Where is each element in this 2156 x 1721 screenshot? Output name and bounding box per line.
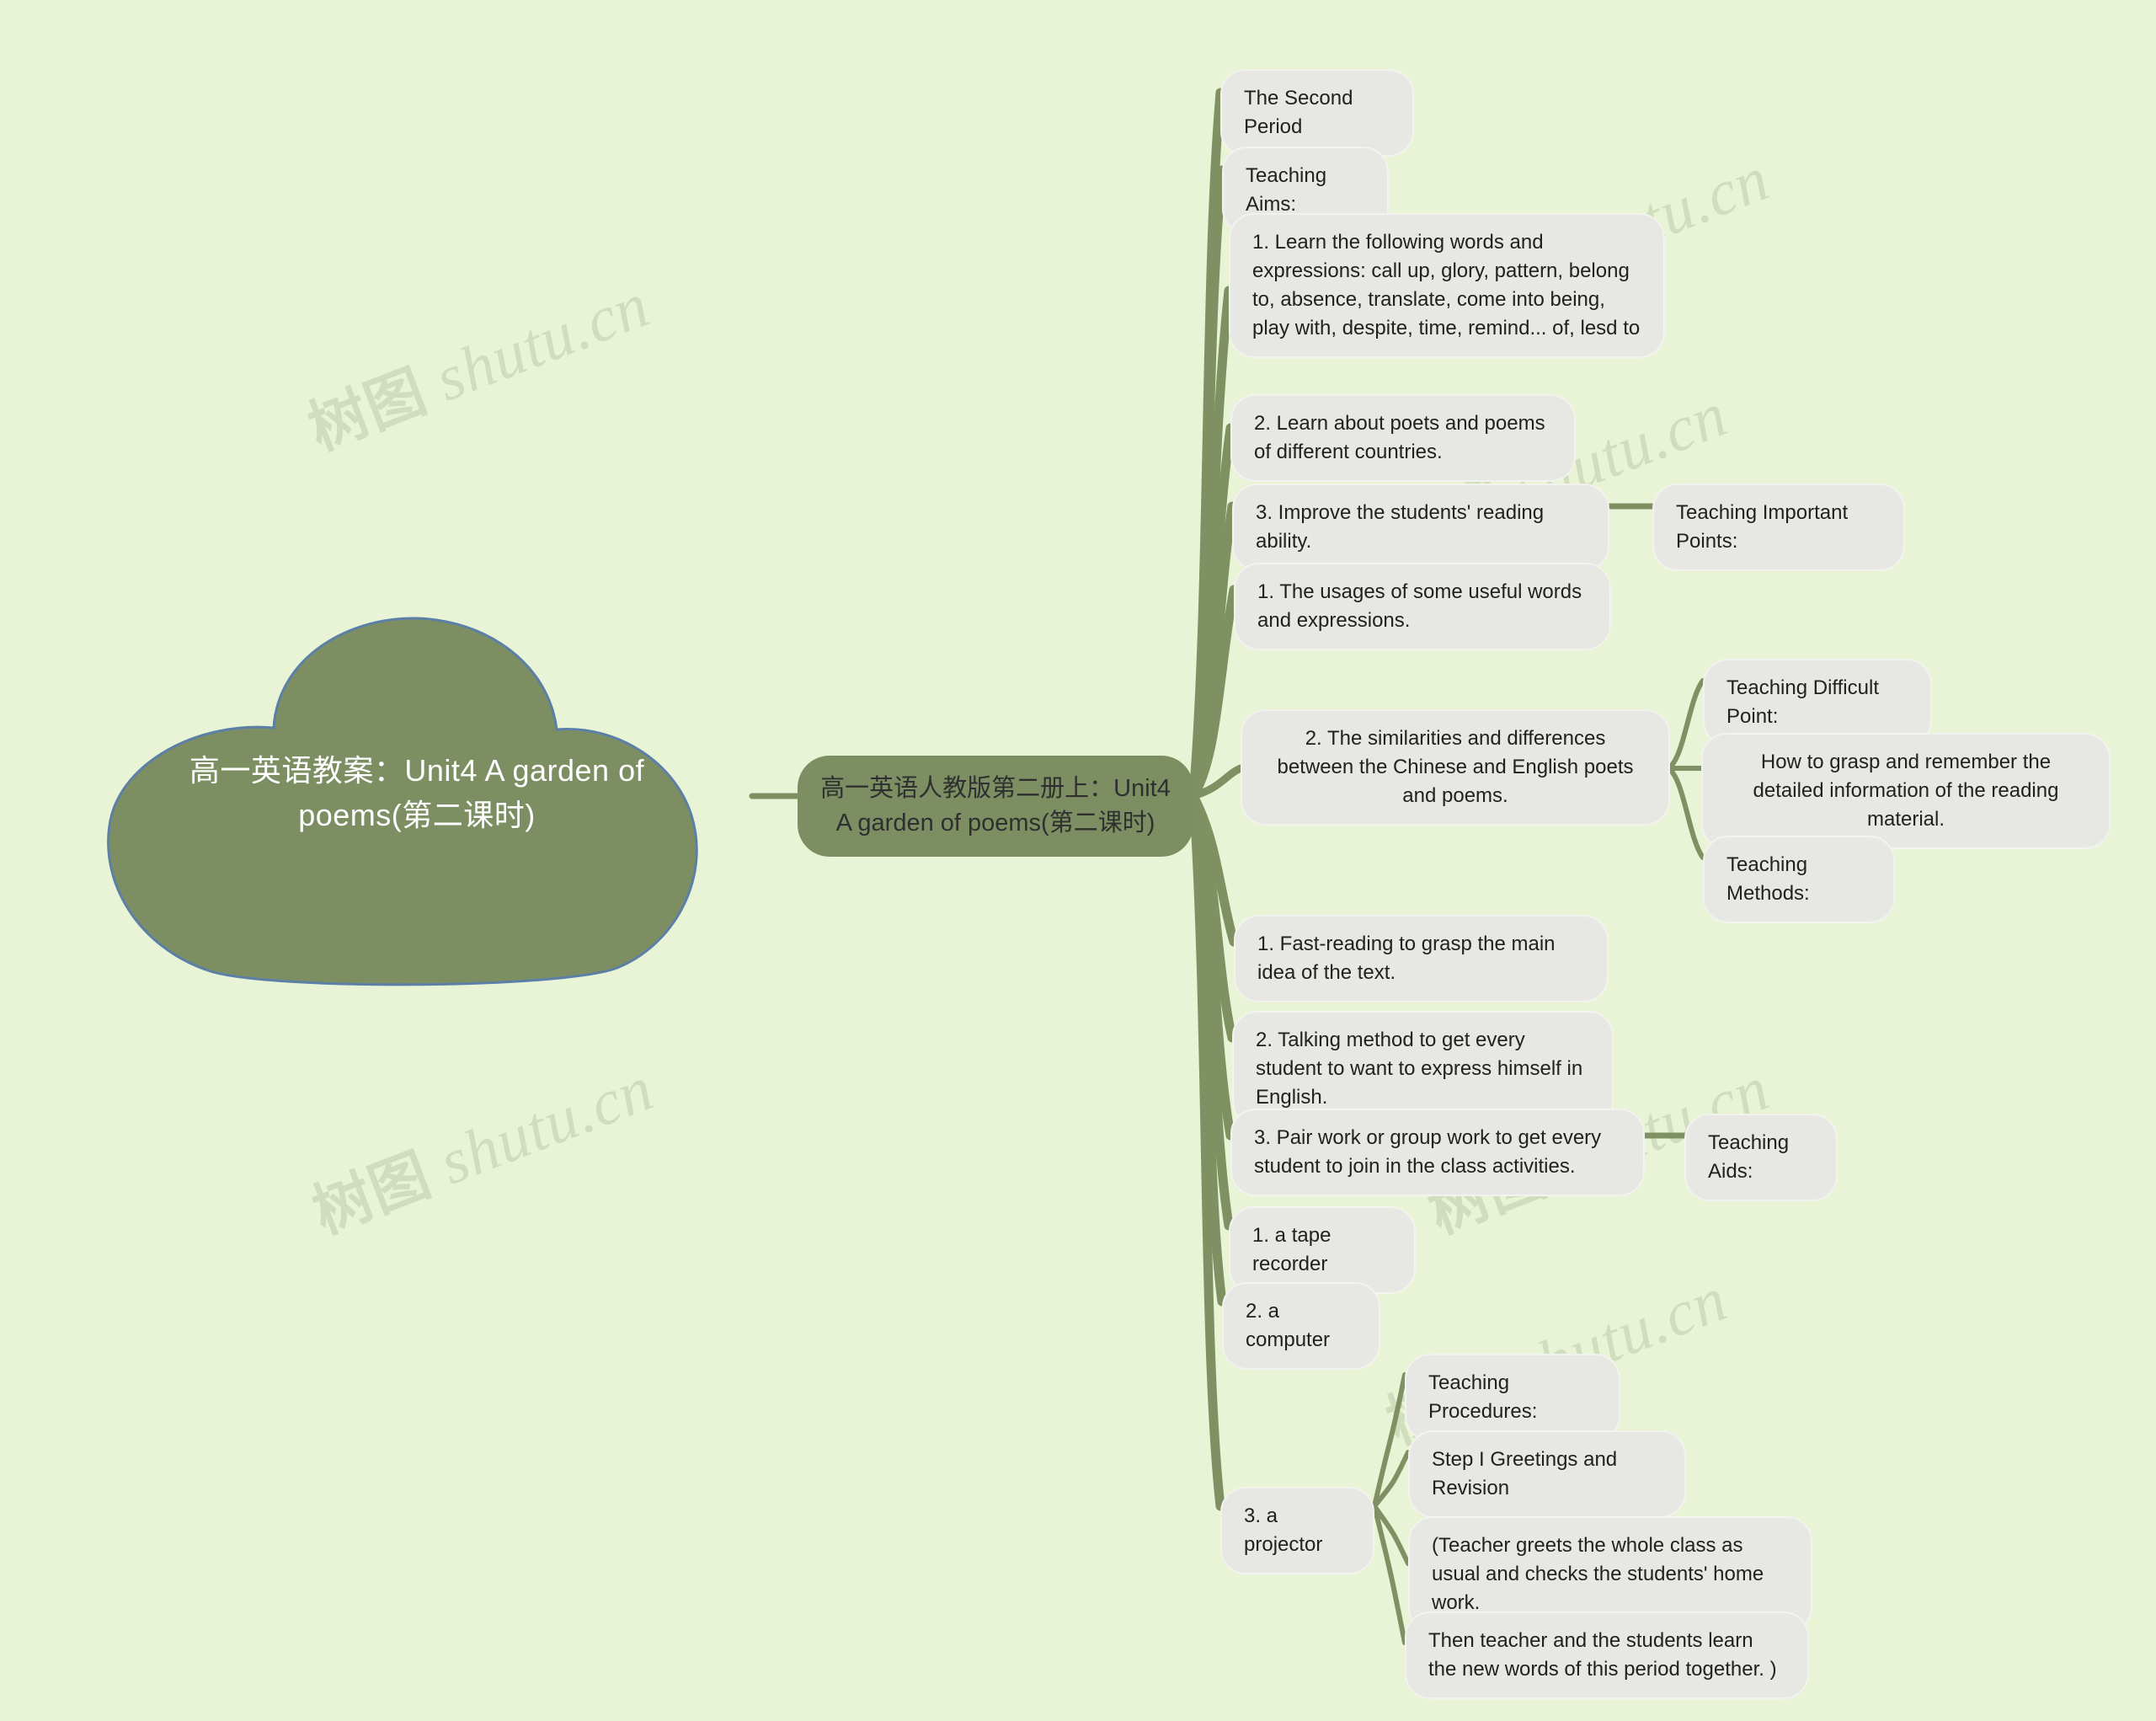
link-center-b04	[1188, 423, 1235, 801]
topic-node-method-1-fast-reading[interactable]: 1. Fast-reading to grasp the main idea o…	[1234, 915, 1609, 1003]
topic-node-point-1-usages[interactable]: 1. The usages of some useful words and e…	[1234, 563, 1611, 651]
link-center-b10	[1188, 791, 1235, 1141]
link-center-b03	[1188, 286, 1234, 801]
topic-node-aim-2-poets[interactable]: 2. Learn about poets and poems of differ…	[1230, 394, 1576, 483]
root-node[interactable]: 高一英语教案：Unit4 A garden of poems(第二课时)	[80, 613, 754, 997]
topic-node-aid-3-projector[interactable]: 3. a projector	[1220, 1487, 1374, 1575]
topic-node-aim-3-reading[interactable]: 3. Improve the students' reading ability…	[1232, 484, 1609, 572]
watermark-latin: shutu.cn	[425, 269, 659, 415]
topic-node-how-to-grasp[interactable]: How to grasp and remember the detailed i…	[1701, 733, 2111, 850]
center-node[interactable]: 高一英语人教版第二册上：Unit4 A garden of poems(第二课时…	[798, 756, 1193, 858]
watermark: 树图 shutu.cn	[295, 259, 659, 468]
topic-node-point-2-similarities[interactable]: 2. The similarities and differences betw…	[1241, 709, 1670, 826]
link-center-b13	[1188, 791, 1225, 1511]
topic-node-step-1-greetings[interactable]: Step I Greetings and Revision	[1408, 1430, 1686, 1519]
topic-node-aid-1-tape-recorder[interactable]: 1. a tape recorder	[1229, 1206, 1416, 1295]
topic-node-then-teacher-learns[interactable]: Then teacher and the students learn the …	[1405, 1611, 1809, 1700]
link-center-b07	[1189, 764, 1245, 800]
link-b13-s07	[1372, 1450, 1411, 1509]
link-center-b09	[1188, 791, 1237, 1043]
link-b13-s09	[1372, 1504, 1407, 1645]
link-center-b01	[1188, 88, 1225, 801]
topic-node-method-3-pair-work[interactable]: 3. Pair work or group work to get every …	[1230, 1109, 1645, 1197]
mindmap-canvas: 树图 shutu.cn 树图 shutu.cn 树图 shutu.cn 树图 s…	[0, 0, 2156, 1721]
link-b13-s08	[1372, 1504, 1411, 1566]
link-center-b12	[1188, 791, 1227, 1307]
link-b07-s04	[1666, 766, 1705, 860]
topic-node-the-second-period[interactable]: The Second Period	[1220, 69, 1414, 158]
link-center-b08	[1188, 791, 1239, 947]
topic-node-aim-1-words[interactable]: 1. Learn the following words and express…	[1229, 213, 1665, 359]
topic-node-teaching-aids[interactable]: Teaching Aids:	[1684, 1114, 1838, 1202]
link-center-b05	[1188, 501, 1237, 801]
watermark-cjk: 树图	[299, 356, 436, 464]
watermark: 树图 shutu.cn	[299, 1043, 664, 1251]
root-node-label: 高一英语教案：Unit4 A garden of poems(第二课时)	[189, 753, 645, 833]
link-center-b11	[1188, 791, 1234, 1231]
link-center-b06	[1188, 585, 1239, 801]
topic-node-teaching-procedures[interactable]: Teaching Procedures:	[1405, 1354, 1620, 1442]
link-b13-s06	[1372, 1372, 1407, 1509]
topic-node-teaching-important-points[interactable]: Teaching Important Points:	[1652, 484, 1905, 572]
link-b07-s02	[1666, 678, 1705, 771]
topic-node-teaching-methods[interactable]: Teaching Methods:	[1703, 836, 1895, 924]
link-center-b02	[1188, 165, 1227, 801]
watermark-latin: shutu.cn	[430, 1052, 663, 1199]
topic-node-aid-2-computer[interactable]: 2. a computer	[1222, 1282, 1380, 1371]
watermark-cjk: 树图	[303, 1140, 440, 1248]
